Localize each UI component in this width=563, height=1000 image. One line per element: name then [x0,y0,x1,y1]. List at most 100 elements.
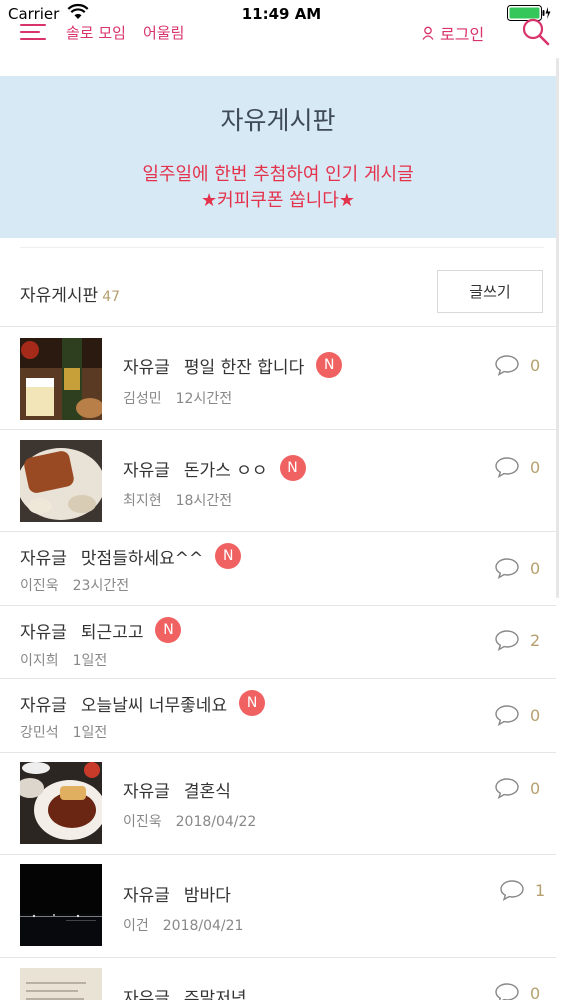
user-icon [422,26,434,40]
post-category: 자유글 [20,695,67,716]
comment-icon [495,457,519,478]
post-date: 12시간전 [175,391,233,407]
scrollbar[interactable] [556,58,559,598]
post-title-text: 오늘날씨 너무좋네요 [80,695,228,716]
comment-icon [495,778,519,799]
post-title: 자유글 오늘날씨 너무좋네요 N [20,690,266,716]
post-category: 자유글 [123,357,170,378]
post-title-text: 결혼식 [183,782,231,802]
post-title: 자유글 주말저녁 [123,984,246,1000]
menu-icon[interactable] [20,22,46,42]
post-category: 자유글 [123,886,170,906]
beer-thumbnail [20,338,102,420]
nav-match-link[interactable]: 어울림 [143,22,184,43]
list-item[interactable]: 자유글 주말저녁 0 [0,957,556,1000]
post-author: 최지현 [123,493,162,509]
post-meta: 이진욱 2018/04/22 [123,811,256,831]
post-title-text: 돈가스 ㅇㅇ [183,460,268,481]
board-banner: 자유게시판 일주일에 한번 추첨하여 인기 게시글 ★커피쿠폰 쏩니다★ [0,76,556,238]
comment-icon [495,983,519,1000]
nav-solo-link[interactable]: 솔로 모임 [66,22,126,43]
login-button[interactable]: 로그인 [422,21,484,45]
nav-spacer [0,46,563,76]
list-item[interactable]: 자유글 퇴근고고 N 이지희 1일전 2 [0,605,556,678]
new-badge: N [239,690,266,716]
list-item[interactable]: 자유글 돈가스 ㅇㅇ N 최지현 18시간전 0 [0,429,556,531]
wedding-meal-thumbnail [20,762,102,844]
post-category: 자유글 [123,460,170,481]
post-title: 자유글 평일 한잔 합니다 N [123,352,343,378]
list-item[interactable]: 자유글 맛점들하세요^^ N 이진욱 23시간전 0 [0,531,556,605]
post-category: 자유글 [20,548,67,569]
post-author: 김성민 [123,391,162,407]
comment-count: 0 [494,354,540,376]
login-label: 로그인 [440,25,485,44]
new-badge: N [215,543,242,569]
divider [20,247,544,248]
comment-number: 0 [530,457,541,477]
post-title-text: 주말저녁 [183,989,247,1000]
pork-cutlet-thumbnail [20,440,102,522]
post-date: 1일전 [72,653,108,669]
comment-icon [495,558,519,579]
comment-count: 0 [494,557,540,579]
list-item[interactable]: 자유글 오늘날씨 너무좋네요 N 강민석 1일전 0 [0,678,556,752]
post-title: 자유글 맛점들하세요^^ N [20,543,242,569]
banner-notice-line2: ★커피쿠폰 쏩니다★ [201,190,355,211]
board-name: 자유게시판 47 [20,281,120,306]
post-author: 이지희 [20,653,59,669]
banner-notice-line1: 일주일에 한번 추첨하여 인기 게시글 [142,164,414,185]
post-title: 자유글 퇴근고고 N [20,617,182,643]
post-title: 자유글 밤바다 [123,881,231,906]
post-title: 자유글 결혼식 [123,777,231,802]
comment-count: 0 [494,456,540,478]
post-meta: 김성민 12시간전 [123,388,232,408]
board-header: 자유게시판 47 글쓰기 [0,270,556,326]
new-badge: N [316,352,343,378]
post-date: 18시간전 [175,493,233,509]
list-item[interactable]: 자유글 평일 한잔 합니다 N 김성민 12시간전 0 [0,326,556,429]
list-item[interactable]: 자유글 밤바다 이건 2018/04/21 1 [0,854,556,957]
comment-count: 1 [499,879,545,901]
comment-number: 0 [530,355,541,375]
post-meta: 이진욱 23시간전 [20,575,129,595]
search-icon[interactable] [521,18,551,46]
new-badge: N [279,455,306,481]
post-count: 47 [102,289,121,305]
post-meta: 최지현 18시간전 [123,490,232,510]
comment-number: 0 [530,705,541,725]
night-sea-thumbnail [20,864,102,946]
post-date: 23시간전 [72,578,130,594]
list-item[interactable]: 자유글 결혼식 이진욱 2018/04/22 0 [0,752,556,854]
new-badge: N [155,617,182,643]
post-category: 자유글 [123,782,170,802]
post-category: 자유글 [123,989,170,1000]
book-page-thumbnail [20,968,102,1000]
post-author: 이건 [123,918,149,934]
comment-icon [500,880,524,901]
comment-count: 0 [494,982,540,1000]
post-author: 이진욱 [123,814,162,830]
post-author: 이진욱 [20,578,59,594]
banner-title: 자유게시판 [220,106,336,135]
comment-number: 1 [535,880,546,900]
comment-icon [495,355,519,376]
post-title-text: 평일 한잔 합니다 [183,357,305,378]
post-meta: 이건 2018/04/21 [123,915,243,935]
comment-number: 0 [530,778,541,798]
post-title-text: 밤바다 [183,886,231,906]
post-date: 1일전 [72,725,108,741]
top-nav: 솔로 모임 어울림 로그인 [0,18,563,46]
post-date: 2018/04/21 [162,918,244,934]
post-author: 강민석 [20,725,59,741]
post-category: 자유글 [20,622,67,643]
board-name-label: 자유게시판 [20,286,99,306]
post-date: 2018/04/22 [175,814,257,830]
comment-icon [495,705,519,726]
comment-count: 0 [494,777,540,799]
comment-count: 2 [494,629,540,651]
comment-icon [495,630,519,651]
comment-number: 0 [530,983,541,1000]
post-meta: 이지희 1일전 [20,650,107,670]
write-button[interactable]: 글쓰기 [437,270,543,313]
